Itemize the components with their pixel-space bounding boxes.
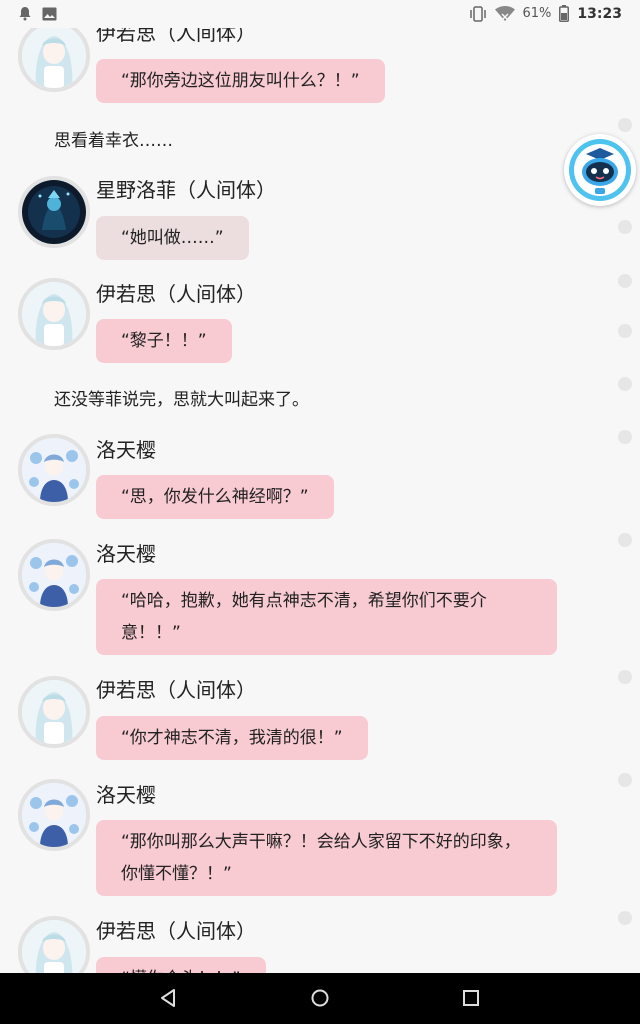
narration-text: 还没等菲说完，思就大叫起来了。 (54, 390, 309, 410)
timeline-dot (618, 430, 632, 444)
avatar-luotianying[interactable] (18, 779, 90, 851)
recents-icon[interactable] (461, 987, 481, 1013)
chat-list[interactable]: 伊若思（人间体） “那你旁边这位朋友叫什么？！” 思看着幸衣…… 星野洛菲（人间… (0, 0, 640, 973)
message-bubble[interactable]: “思，你发什么神经啊？” (96, 475, 334, 519)
message-bubble[interactable]: “黎子！！” (96, 319, 232, 363)
sender-name: 伊若思（人间体） (96, 678, 256, 702)
home-icon[interactable] (309, 987, 331, 1013)
timeline-dot (618, 118, 632, 132)
message-bubble[interactable]: “那你旁边这位朋友叫什么？！” (96, 59, 385, 103)
avatar-yiruosi[interactable] (18, 20, 90, 92)
avatar-xingyeluofei[interactable] (18, 176, 90, 248)
back-icon[interactable] (158, 987, 178, 1013)
message-bubble[interactable]: “哈哈，抱歉，她有点神志不清，希望你们不要介意！！” (96, 579, 557, 655)
message-bubble[interactable]: “你才神志不清，我清的很！” (96, 716, 368, 760)
avatar-yiruosi[interactable] (18, 676, 90, 748)
status-bar: 61% 13:23 (0, 0, 640, 28)
timeline-dot (618, 533, 632, 547)
timeline-dot (618, 377, 632, 391)
sender-name: 伊若思（人间体） (96, 282, 256, 306)
notification-bell-icon (18, 6, 32, 21)
avatar-yiruosi[interactable] (18, 916, 90, 973)
robot-assistant-icon (569, 139, 631, 201)
clock: 13:23 (577, 5, 622, 22)
sender-name: 伊若思（人间体） (96, 919, 256, 943)
sender-name: 洛天樱 (96, 542, 156, 566)
message-bubble[interactable]: “她叫做……” (96, 216, 249, 260)
system-nav-bar (0, 973, 640, 1024)
avatar-luotianying[interactable] (18, 539, 90, 611)
battery-icon (559, 5, 570, 22)
timeline-dot (618, 324, 632, 338)
timeline-dot (618, 274, 632, 288)
message-bubble[interactable]: “那你叫那么大声干嘛？！会给人家留下不好的印象，你懂不懂？！” (96, 820, 557, 896)
wifi-icon (494, 5, 515, 22)
vibrate-icon (469, 5, 487, 22)
message-bubble[interactable]: “懂你个头！！” (96, 957, 266, 973)
timeline-dot (618, 773, 632, 787)
robot-assistant-button[interactable] (564, 134, 636, 206)
sender-name: 星野洛菲（人间体） (96, 178, 276, 202)
battery-percentage: 61% (522, 6, 552, 21)
gallery-icon (42, 7, 57, 21)
avatar-luotianying[interactable] (18, 434, 90, 506)
avatar-yiruosi[interactable] (18, 278, 90, 350)
timeline-dot (618, 220, 632, 234)
timeline-dot (618, 911, 632, 925)
sender-name: 洛天樱 (96, 783, 156, 807)
timeline-dot (618, 670, 632, 684)
sender-name: 洛天樱 (96, 438, 156, 462)
narration-text: 思看着幸衣…… (54, 131, 173, 151)
